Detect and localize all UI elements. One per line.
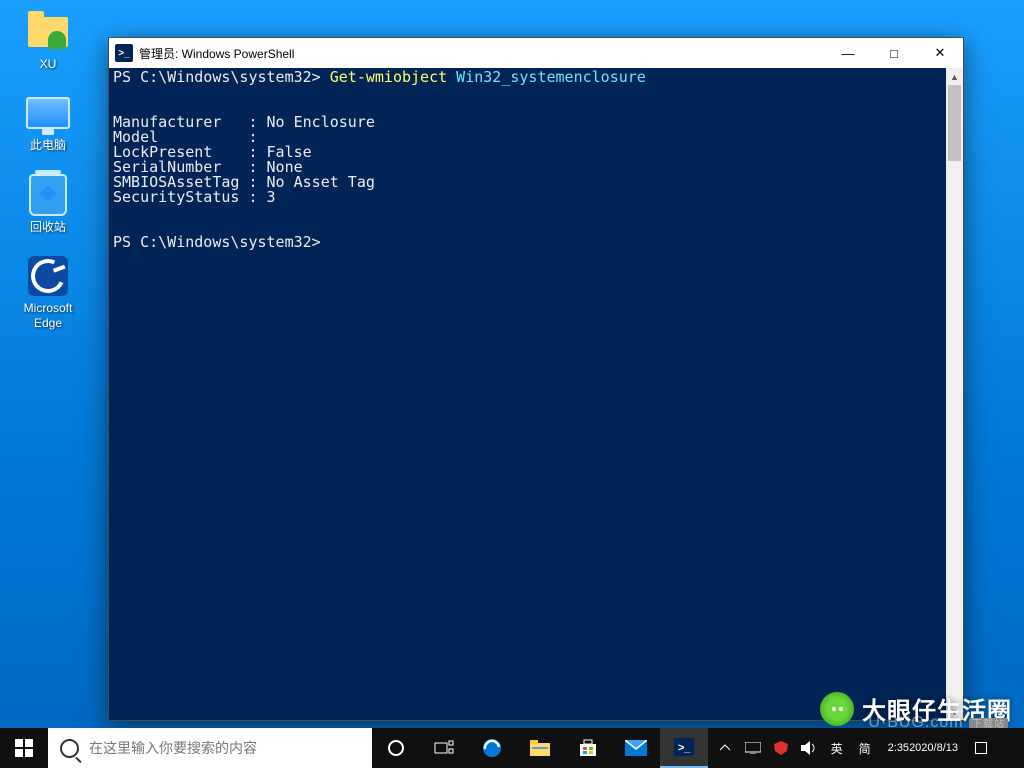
search-placeholder: 在这里输入你要搜索的内容 <box>89 738 257 758</box>
task-view-button[interactable] <box>420 728 468 768</box>
window-titlebar[interactable]: >_ 管理员: Windows PowerShell — □ ✕ <box>109 38 963 69</box>
cortana-icon <box>387 739 405 757</box>
output-line: SecurityStatus : 3 <box>113 188 276 206</box>
chevron-up-icon <box>720 743 730 753</box>
taskbar-explorer[interactable] <box>516 728 564 768</box>
desktop-icon-label: Microsoft Edge <box>24 301 73 330</box>
cortana-button[interactable] <box>372 728 420 768</box>
powershell-window[interactable]: >_ 管理员: Windows PowerShell — □ ✕ PS C:\W… <box>108 37 964 721</box>
prompt: PS C:\Windows\system32> <box>113 68 330 86</box>
taskbar-mail[interactable] <box>612 728 660 768</box>
taskbar-edge[interactable] <box>468 728 516 768</box>
prompt: PS C:\Windows\system32> <box>113 233 321 251</box>
terminal-area: PS C:\Windows\system32> Get-wmiobject Wi… <box>109 68 963 720</box>
tray-date: 2020/8/13 <box>909 742 958 755</box>
tray-volume[interactable] <box>800 728 818 768</box>
close-button[interactable]: ✕ <box>917 38 963 68</box>
this-pc-icon <box>26 91 70 135</box>
command-arg: Win32_systemenclosure <box>447 68 646 86</box>
taskbar-powershell[interactable]: >_ <box>660 728 708 768</box>
scrollbar[interactable]: ▲ ▼ <box>946 68 963 720</box>
search-box[interactable]: 在这里输入你要搜索的内容 <box>48 728 372 768</box>
desktop-icon-label: 此电脑 <box>30 138 66 152</box>
taskbar[interactable]: 在这里输入你要搜索的内容 >_ 英 简 <box>0 728 1024 768</box>
desktop-icon-label: XU <box>40 57 57 71</box>
wechat-icon <box>820 692 854 726</box>
tray-ime-mode[interactable]: 简 <box>856 728 874 768</box>
svg-text:>_: >_ <box>678 742 691 754</box>
scroll-up-button[interactable]: ▲ <box>946 68 963 85</box>
taskbar-store[interactable] <box>564 728 612 768</box>
search-icon <box>60 739 79 758</box>
store-icon <box>578 738 598 758</box>
volume-icon <box>801 741 817 755</box>
desktop-icon-xu[interactable]: XU <box>10 10 86 71</box>
desktop-icon-this-pc[interactable]: 此电脑 <box>10 91 86 152</box>
desktop[interactable]: XU 此电脑 回收站 Microsoft Edge >_ 管理员: Window… <box>0 0 1024 768</box>
task-view-icon <box>434 740 454 756</box>
desktop-icon-label: 回收站 <box>30 220 66 234</box>
window-title: 管理员: Windows PowerShell <box>139 45 825 62</box>
scroll-thumb[interactable] <box>948 85 961 161</box>
start-button[interactable] <box>0 728 48 768</box>
terminal[interactable]: PS C:\Windows\system32> Get-wmiobject Wi… <box>109 68 946 720</box>
tray-overflow[interactable] <box>716 728 734 768</box>
tray-ime-lang[interactable]: 英 <box>828 728 846 768</box>
powershell-icon: >_ <box>115 44 133 62</box>
desktop-icon-column: XU 此电脑 回收站 Microsoft Edge <box>10 10 86 330</box>
desktop-icon-recycle-bin[interactable]: 回收站 <box>10 173 86 234</box>
desktop-icon-edge[interactable]: Microsoft Edge <box>10 254 86 330</box>
shield-icon <box>774 741 788 755</box>
folder-user-icon <box>26 10 70 54</box>
notification-icon <box>975 742 987 754</box>
maximize-button[interactable]: □ <box>871 38 917 68</box>
mail-icon <box>625 740 647 756</box>
tray-clock[interactable]: 2:35 2020/8/13 <box>884 728 962 768</box>
powershell-icon: >_ <box>674 738 694 756</box>
tray-notifications[interactable] <box>972 728 990 768</box>
edge-icon <box>26 254 70 298</box>
edge-icon <box>481 737 503 759</box>
recycle-bin-icon <box>26 173 70 217</box>
system-tray[interactable]: 英 简 2:35 2020/8/13 <box>710 728 1024 768</box>
display-icon <box>745 742 761 754</box>
tray-security[interactable] <box>772 728 790 768</box>
command-cmdlet: Get-wmiobject <box>330 68 447 86</box>
file-explorer-icon <box>530 740 550 756</box>
windows-logo-icon <box>15 739 33 757</box>
show-desktop-button[interactable] <box>1000 728 1018 768</box>
tray-display[interactable] <box>744 728 762 768</box>
tray-time: 2:35 <box>888 742 909 755</box>
minimize-button[interactable]: — <box>825 38 871 68</box>
